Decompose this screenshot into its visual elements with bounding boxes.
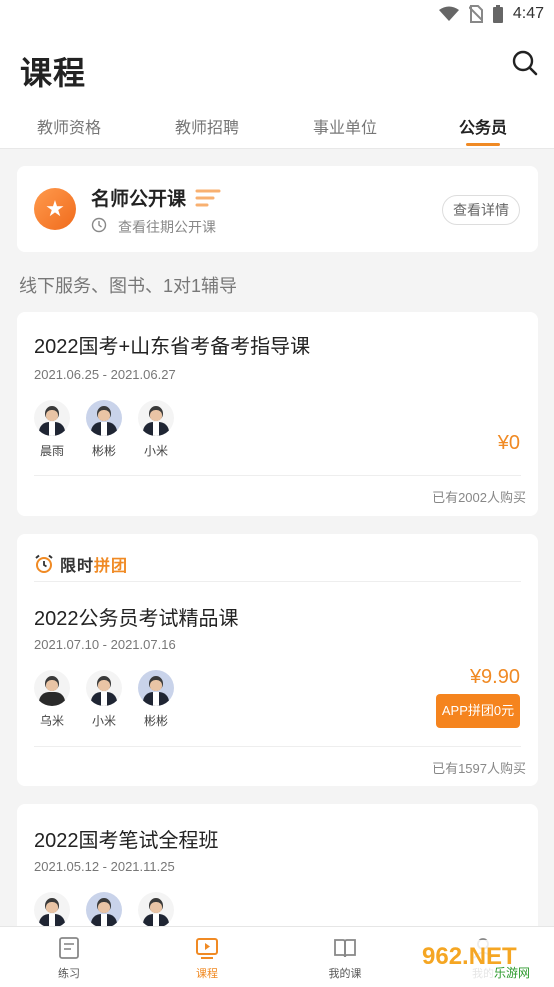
teacher[interactable]: 彬彬 xyxy=(86,400,122,459)
avatar xyxy=(86,892,122,928)
site-watermark: 962.NET 乐游网 xyxy=(414,940,548,980)
status-bar: 4:47 xyxy=(0,0,554,30)
teacher-name: 小米 xyxy=(143,444,168,458)
search-icon[interactable] xyxy=(512,50,538,76)
open-class-title: 名师公开课 xyxy=(91,189,187,210)
avatar xyxy=(138,892,174,928)
nav-label: 我的课 xyxy=(328,968,362,980)
sold-count: 已有1597人购买 xyxy=(432,761,526,776)
tab-teacher-qualification[interactable]: 教师资格 xyxy=(0,114,138,146)
flash-group-badge: 限时拼团 xyxy=(34,552,128,576)
avatar xyxy=(86,670,122,706)
flash-group-label: 限时拼团 xyxy=(60,558,129,575)
nav-course[interactable]: 课程 xyxy=(138,927,276,987)
speed-lines-icon xyxy=(195,189,221,207)
teacher-list: 晨雨 彬彬 小米 xyxy=(34,400,174,459)
teacher[interactable] xyxy=(138,892,174,928)
wifi-icon xyxy=(438,6,459,21)
tab-public-institution[interactable]: 事业单位 xyxy=(276,114,414,146)
clock-icon xyxy=(91,217,107,233)
sold-count: 已有2002人购买 xyxy=(432,490,526,505)
teacher-name: 彬彬 xyxy=(91,444,116,458)
header: 课程 教师资格 教师招聘 事业单位 公务员 xyxy=(0,30,554,149)
page-title: 课程 xyxy=(20,55,87,91)
divider xyxy=(34,581,521,582)
teacher[interactable]: 彬彬 xyxy=(138,670,174,729)
open-class-card[interactable]: ★ 名师公开课 查看往期公开课 查看详情 xyxy=(17,166,538,252)
nav-label: 练习 xyxy=(58,968,80,980)
teacher[interactable]: 小米 xyxy=(138,400,174,459)
course-play-icon xyxy=(196,938,218,959)
battery-icon xyxy=(492,5,503,23)
avatar xyxy=(34,670,70,706)
divider xyxy=(34,746,521,747)
teacher[interactable]: 乌米 xyxy=(34,670,70,729)
teacher-list: 乌米 小米 彬彬 xyxy=(34,670,174,729)
teacher-name: 乌米 xyxy=(39,714,64,728)
nav-practice[interactable]: 练习 xyxy=(0,927,138,987)
course-date: 2021.05.12 - 2021.11.25 xyxy=(34,859,175,874)
teacher[interactable] xyxy=(86,892,122,928)
section-title: 线下服务、图书、1对1辅导 xyxy=(19,276,238,296)
teacher[interactable] xyxy=(34,892,70,928)
teacher[interactable]: 小米 xyxy=(86,670,122,729)
open-class-subtitle: 查看往期公开课 xyxy=(118,219,216,235)
divider xyxy=(34,475,521,476)
tab-civil-servant[interactable]: 公务员 xyxy=(414,114,552,146)
active-tab-indicator xyxy=(466,143,500,146)
course-title: 2022国考+山东省考备考指导课 xyxy=(34,336,311,358)
practice-icon xyxy=(59,937,79,959)
teacher-name: 小米 xyxy=(91,714,116,728)
course-card[interactable]: 2022国考+山东省考备考指导课 2021.06.25 - 2021.06.27… xyxy=(17,312,538,516)
avatar xyxy=(138,670,174,706)
course-date: 2021.06.25 - 2021.06.27 xyxy=(34,367,176,382)
svg-text:乐游网: 乐游网 xyxy=(494,966,530,980)
no-sim-icon xyxy=(468,5,483,23)
course-title: 2022国考笔试全程班 xyxy=(34,830,219,852)
avatar xyxy=(34,400,70,436)
teacher-name: 晨雨 xyxy=(39,444,64,458)
nav-my-course[interactable]: 我的课 xyxy=(276,927,414,987)
course-price: ¥0 xyxy=(497,432,520,454)
course-price: ¥9.90 xyxy=(469,666,520,688)
course-card[interactable]: 限时拼团 2022公务员考试精品课 2021.07.10 - 2021.07.1… xyxy=(17,534,538,786)
course-date: 2021.07.10 - 2021.07.16 xyxy=(34,637,176,652)
tab-teacher-recruitment[interactable]: 教师招聘 xyxy=(138,114,276,146)
nav-label: 课程 xyxy=(196,968,218,980)
avatar xyxy=(86,400,122,436)
my-course-icon xyxy=(334,939,356,958)
course-card[interactable]: 2022国考笔试全程班 2021.05.12 - 2021.11.25 xyxy=(17,804,538,944)
view-details-button[interactable]: 查看详情 xyxy=(442,195,520,225)
alarm-clock-icon xyxy=(35,554,53,573)
app-group-buy-button[interactable]: APP拼团0元 xyxy=(436,694,520,728)
teacher[interactable]: 晨雨 xyxy=(34,400,70,459)
course-title: 2022公务员考试精品课 xyxy=(34,608,239,630)
teacher-name: 彬彬 xyxy=(143,714,168,728)
teacher-list xyxy=(34,892,174,928)
avatar xyxy=(138,400,174,436)
status-time: 4:47 xyxy=(512,5,544,22)
star-badge-icon: ★ xyxy=(34,188,76,230)
avatar xyxy=(34,892,70,928)
category-tabs: 教师资格 教师招聘 事业单位 公务员 xyxy=(0,114,554,146)
